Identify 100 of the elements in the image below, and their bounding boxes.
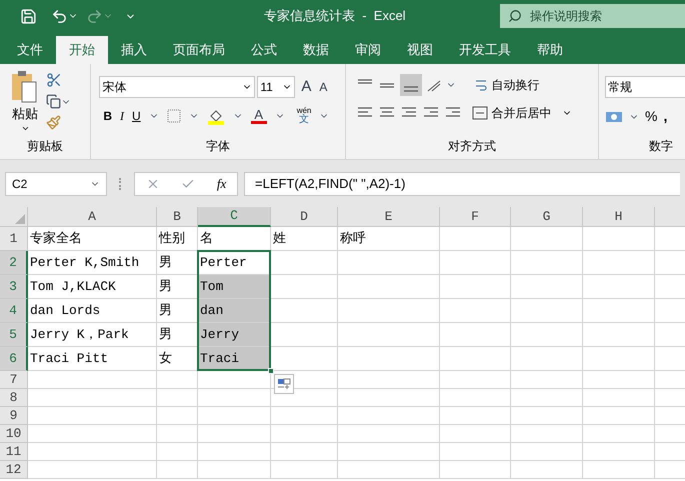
font-name-field[interactable]: 宋体 xyxy=(99,76,256,98)
table-cell xyxy=(271,443,338,461)
table-cell xyxy=(511,443,583,461)
search-placeholder: 操作说明搜索 xyxy=(530,8,602,25)
quick-analysis-button[interactable] xyxy=(274,374,294,394)
table-cell xyxy=(271,347,338,371)
ribbon-tab[interactable]: 视图 xyxy=(394,36,446,64)
column-header[interactable]: C xyxy=(198,207,271,227)
row-header[interactable]: 5 xyxy=(0,323,28,347)
number-format-field[interactable]: 常规 xyxy=(605,76,685,98)
font-size-field[interactable]: 11 xyxy=(257,76,296,98)
copy-icon[interactable] xyxy=(46,94,61,109)
row-header[interactable]: 2 xyxy=(0,251,28,275)
table-cell xyxy=(157,407,198,425)
cut-icon[interactable] xyxy=(46,72,62,88)
paste-button[interactable]: 粘贴 xyxy=(10,70,40,137)
shrink-font-button[interactable]: A xyxy=(319,78,328,96)
table-cell: Traci Pitt xyxy=(28,347,157,371)
table-cell xyxy=(271,251,338,275)
table-cell xyxy=(440,323,511,347)
table-cell xyxy=(271,275,338,299)
font-color-button[interactable]: A xyxy=(250,108,267,124)
name-box[interactable]: C2 xyxy=(5,172,107,196)
table-cell xyxy=(271,299,338,323)
save-icon[interactable] xyxy=(20,8,37,24)
table-cell xyxy=(511,407,583,425)
wrap-text-button[interactable]: 自动换行 xyxy=(474,76,540,94)
ribbon-tab[interactable]: 插入 xyxy=(108,36,160,64)
ribbon-tab[interactable]: 数据 xyxy=(290,36,342,64)
table-cell: 专家全名 xyxy=(28,227,157,251)
underline-button[interactable]: U xyxy=(132,106,141,124)
row-header[interactable]: 3 xyxy=(0,275,28,299)
row-header[interactable]: 4 xyxy=(0,299,28,323)
align-bottom-icon xyxy=(402,85,419,93)
undo-icon[interactable] xyxy=(51,8,68,24)
ribbon-tab[interactable]: 开始 xyxy=(56,36,108,64)
table-cell xyxy=(511,299,583,323)
row-header[interactable]: 8 xyxy=(0,389,28,407)
grow-font-button[interactable]: A xyxy=(301,76,312,98)
group-label: 剪贴板 xyxy=(26,138,64,155)
row-header[interactable]: 12 xyxy=(0,461,28,479)
ribbon-tab[interactable]: 开发工具 xyxy=(446,36,524,64)
merge-center-button[interactable]: 合并后居中 xyxy=(472,104,572,122)
row-header[interactable]: 1 xyxy=(0,227,28,251)
table-cell xyxy=(271,389,338,407)
table-cell: Tom J,KLACK xyxy=(28,275,157,299)
search-icon xyxy=(508,9,522,23)
formula-field[interactable]: =LEFT(A2,FIND(" ",A2)-1) xyxy=(244,172,680,196)
table-cell xyxy=(440,227,511,251)
insert-function-button[interactable]: fx xyxy=(216,174,226,194)
percent-button[interactable]: % xyxy=(645,106,658,127)
table-cell xyxy=(157,443,198,461)
table-cell: Perter K,Smith xyxy=(28,251,157,275)
row-header[interactable]: 7 xyxy=(0,371,28,389)
fill-handle[interactable] xyxy=(268,368,274,374)
ribbon-tab[interactable]: 文件 xyxy=(4,36,56,64)
table-cell xyxy=(511,389,583,407)
table-cell xyxy=(157,389,198,407)
table-cell xyxy=(440,443,511,461)
bold-button[interactable]: B xyxy=(103,106,112,124)
table-cell: Jerry K，Park xyxy=(28,323,157,347)
search-field[interactable]: 操作说明搜索 xyxy=(500,4,685,28)
table-cell xyxy=(511,227,583,251)
ribbon-tab[interactable]: 帮助 xyxy=(524,36,576,64)
table-cell xyxy=(157,371,198,389)
currency-icon[interactable] xyxy=(605,110,624,124)
row-header[interactable]: 10 xyxy=(0,425,28,443)
table-cell: 性别 xyxy=(157,227,198,251)
row-header[interactable]: 9 xyxy=(0,407,28,425)
table-cell xyxy=(271,407,338,425)
table-cell xyxy=(157,425,198,443)
table-cell xyxy=(440,251,511,275)
table-cell xyxy=(440,275,511,299)
corner-triangle-icon xyxy=(15,214,25,224)
table-cell: Tom xyxy=(198,275,271,299)
phonetic-button[interactable]: wén 文 xyxy=(296,106,312,124)
ribbon-tab[interactable]: 审阅 xyxy=(342,36,394,64)
table-cell: 姓 xyxy=(271,227,338,251)
window-title: 专家信息统计表 - Excel xyxy=(264,7,406,26)
group-label: 数字 xyxy=(649,138,674,155)
table-cell: 名 xyxy=(198,227,271,251)
italic-button[interactable]: I xyxy=(120,106,124,124)
table-cell: 称呼 xyxy=(338,227,440,251)
row-header[interactable]: 11 xyxy=(0,443,28,461)
comma-button[interactable]: , xyxy=(663,106,668,127)
format-painter-icon[interactable] xyxy=(46,115,61,130)
table-cell xyxy=(440,389,511,407)
table-cell xyxy=(440,347,511,371)
align-bottom-button[interactable] xyxy=(400,74,422,96)
group-label: 对齐方式 xyxy=(446,138,497,155)
row-header[interactable]: 6 xyxy=(0,347,28,371)
table-cell xyxy=(511,425,583,443)
paste-options-icon xyxy=(277,378,291,390)
table-cell xyxy=(271,323,338,347)
ribbon-tab[interactable]: 页面布局 xyxy=(160,36,238,64)
ribbon-tab[interactable]: 公式 xyxy=(238,36,290,64)
table-cell xyxy=(511,347,583,371)
table-cell xyxy=(511,251,583,275)
border-icon[interactable] xyxy=(166,108,181,122)
table-cell xyxy=(511,275,583,299)
